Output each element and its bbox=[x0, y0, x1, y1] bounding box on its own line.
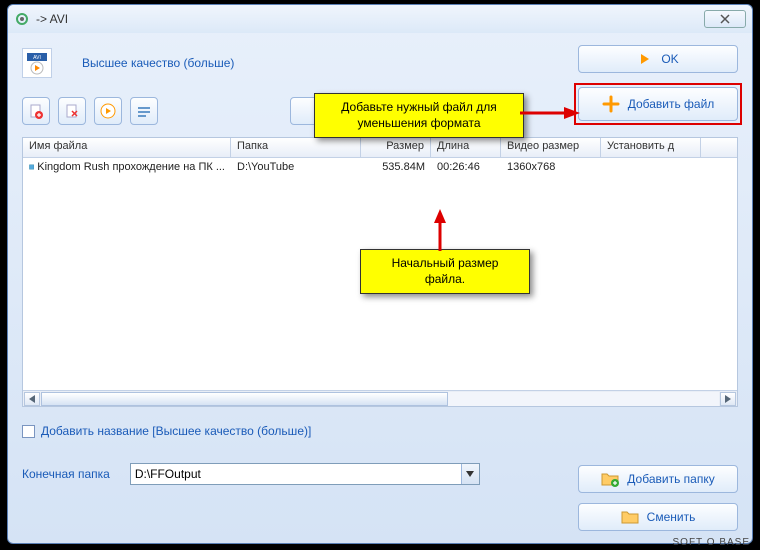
annotation-callout: Начальный размер файла. bbox=[360, 249, 530, 294]
output-folder-select[interactable]: D:\FFOutput bbox=[130, 463, 480, 485]
video-file-icon bbox=[29, 161, 34, 173]
add-file-button[interactable]: Добавить файл bbox=[578, 87, 738, 121]
th-videosize[interactable]: Видео размер bbox=[501, 138, 601, 157]
annotation-callout: Добавьте нужный файл для уменьшения форм… bbox=[314, 93, 524, 138]
info-button[interactable] bbox=[130, 97, 158, 125]
app-window: -> AVI AVI Высшее качество (больше) OK Д… bbox=[7, 4, 753, 544]
app-icon bbox=[14, 11, 30, 27]
folder-add-icon bbox=[601, 471, 619, 487]
cell-filename: Kingdom Rush прохождение на ПК ... bbox=[37, 161, 225, 173]
table-header: Имя файла Папка Размер Длина Видео разме… bbox=[23, 138, 737, 158]
th-folder[interactable]: Папка bbox=[231, 138, 361, 157]
file-add-icon bbox=[28, 103, 44, 119]
horizontal-scrollbar[interactable] bbox=[23, 390, 737, 406]
close-button[interactable] bbox=[704, 10, 746, 28]
ok-label: OK bbox=[661, 52, 678, 66]
output-folder-label: Конечная папка bbox=[22, 467, 110, 481]
add-item-button[interactable] bbox=[22, 97, 50, 125]
output-folder-value: D:\FFOutput bbox=[135, 467, 201, 481]
table-row[interactable]: Kingdom Rush прохождение на ПК ... D:\Yo… bbox=[23, 158, 737, 176]
quality-link[interactable]: Высшее качество (больше) bbox=[82, 56, 234, 70]
list-icon bbox=[136, 103, 152, 119]
scroll-track[interactable] bbox=[41, 392, 719, 406]
file-remove-icon bbox=[64, 103, 80, 119]
th-length[interactable]: Длина bbox=[431, 138, 501, 157]
th-filename[interactable]: Имя файла bbox=[23, 138, 231, 157]
format-icon: AVI bbox=[22, 48, 52, 78]
arrow-right-icon bbox=[637, 51, 653, 67]
add-folder-label: Добавить папку bbox=[627, 472, 714, 486]
add-title-link[interactable]: Добавить название [Высшее качество (боль… bbox=[41, 424, 311, 438]
content-area: AVI Высшее качество (больше) OK Добавить… bbox=[8, 33, 752, 543]
add-file-label: Добавить файл bbox=[628, 97, 715, 111]
add-title-checkbox[interactable] bbox=[22, 425, 35, 438]
play-button[interactable] bbox=[94, 97, 122, 125]
th-size[interactable]: Размер bbox=[361, 138, 431, 157]
folder-icon bbox=[621, 509, 639, 525]
scroll-left-icon[interactable] bbox=[24, 392, 40, 406]
remove-item-button[interactable] bbox=[58, 97, 86, 125]
svg-text:AVI: AVI bbox=[33, 55, 41, 61]
cell-set bbox=[601, 166, 701, 168]
ok-button[interactable]: OK bbox=[578, 45, 738, 73]
th-set[interactable]: Установить д bbox=[601, 138, 701, 157]
add-folder-button[interactable]: Добавить папку bbox=[578, 465, 738, 493]
scroll-thumb[interactable] bbox=[41, 392, 448, 406]
titlebar: -> AVI bbox=[8, 5, 752, 33]
window-title: -> AVI bbox=[36, 12, 704, 26]
plus-icon bbox=[602, 95, 620, 113]
watermark: SOFT O BASE bbox=[673, 537, 751, 548]
change-label: Сменить bbox=[647, 510, 696, 524]
cell-size: 535.84M bbox=[361, 160, 431, 174]
scroll-right-icon[interactable] bbox=[720, 392, 736, 406]
play-icon bbox=[100, 103, 116, 119]
chevron-down-icon[interactable] bbox=[461, 464, 479, 484]
cell-length: 00:26:46 bbox=[431, 160, 501, 174]
change-button[interactable]: Сменить bbox=[578, 503, 738, 531]
cell-videosize: 1360x768 bbox=[501, 160, 601, 174]
cell-folder: D:\YouTube bbox=[231, 160, 361, 174]
